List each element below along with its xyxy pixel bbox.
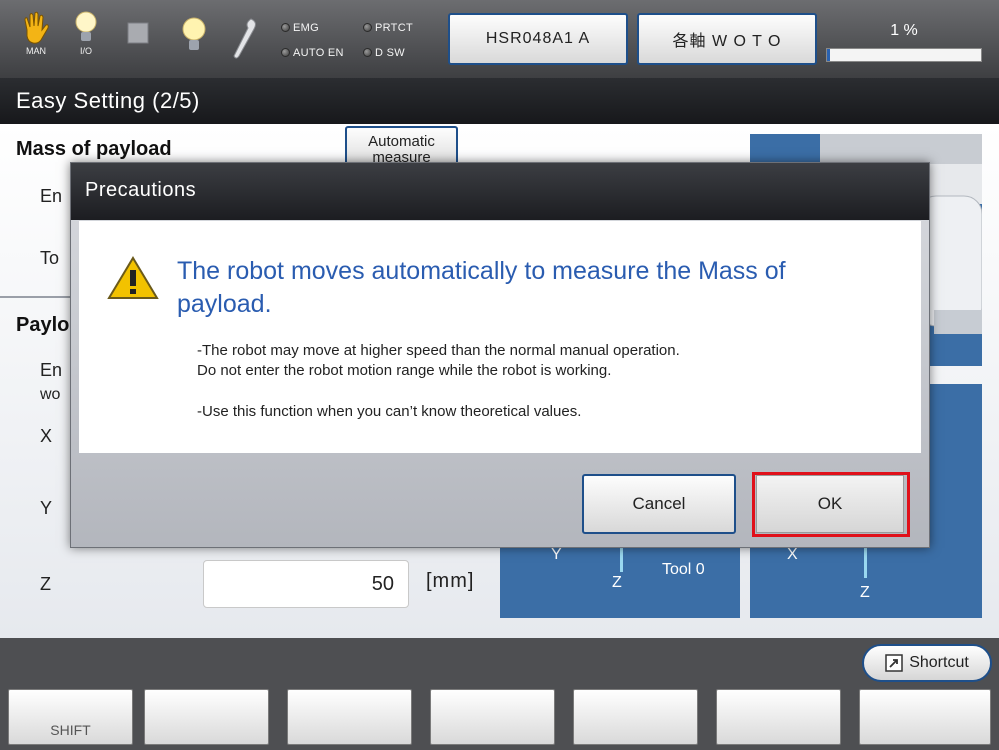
z-label: Z (40, 574, 51, 594)
shortcut-button[interactable]: Shortcut (862, 644, 992, 682)
function-key[interactable] (573, 689, 698, 745)
ok-button[interactable]: OK (756, 475, 904, 533)
function-key[interactable] (430, 689, 555, 745)
axis-mode-button[interactable]: 各軸 W O T O (637, 13, 817, 65)
payload-row-label: wo (40, 386, 61, 403)
function-key[interactable] (144, 689, 269, 745)
stop-button[interactable] (116, 22, 160, 78)
mass-row-label: En (40, 186, 63, 206)
stop-square-icon (127, 22, 149, 44)
auto-en-indicator-icon (281, 48, 290, 57)
function-key[interactable] (859, 689, 991, 745)
dialog-note: Do not enter the robot motion range whil… (197, 362, 612, 379)
cancel-button[interactable]: Cancel (582, 474, 736, 534)
function-key-shift[interactable]: SHIFT (8, 689, 133, 745)
tool-label: Tool 0 (662, 561, 705, 578)
function-key[interactable] (287, 689, 412, 745)
page-title: Easy Setting (2/5) (0, 78, 999, 124)
tools-button[interactable] (222, 16, 266, 72)
y-label: Y (40, 498, 53, 518)
dialog-note: -Use this function when you can’t know t… (197, 403, 582, 420)
warning-icon (107, 256, 159, 299)
mass-section-title: Mass of payload (16, 138, 172, 160)
mode-button[interactable]: MAN (14, 10, 58, 66)
robot-model-button[interactable]: HSR048A1 A (448, 13, 628, 65)
payload-section-title: Paylo (16, 314, 70, 336)
speed-bar[interactable] (826, 48, 982, 62)
io-button[interactable]: I/O (64, 10, 108, 66)
precautions-dialog: Precautions The robot moves automaticall… (70, 162, 930, 548)
lamp-emg: EMG (281, 22, 319, 34)
status-bar: MAN I/O EMG PRTCT AUTO EN D SW HSR048A1 … (0, 0, 999, 78)
dialog-body: The robot moves automatically to measure… (79, 221, 921, 453)
hand-icon (24, 11, 49, 44)
dialog-note: -The robot may move at higher speed than… (197, 342, 680, 359)
x-label: X (40, 426, 53, 446)
shortcut-icon (885, 654, 903, 672)
lamp-auto-en: AUTO EN (281, 47, 344, 59)
dialog-title: Precautions (71, 163, 929, 220)
lamp-button[interactable] (172, 16, 216, 72)
z-unit: [mm] (426, 570, 475, 592)
axis-label-z: Z (612, 574, 622, 591)
speed-bar-fill (827, 49, 831, 61)
lightbulb-io-icon (75, 11, 97, 41)
emg-indicator-icon (281, 23, 290, 32)
axis-label-y: Y (551, 546, 562, 563)
function-key[interactable] (716, 689, 841, 745)
lamp-prtct: PRTCT (363, 22, 413, 34)
prtct-indicator-icon (363, 23, 372, 32)
payload-row-label: En (40, 360, 63, 380)
section-divider (0, 296, 72, 298)
dialog-headline: The robot moves automatically to measure… (177, 257, 786, 318)
speed-label: 1 % (890, 22, 918, 39)
lightbulb-icon (182, 17, 206, 50)
wrench-icon (233, 18, 256, 59)
z-input[interactable]: 50 (203, 560, 409, 608)
z-axis-line (864, 548, 867, 578)
z-axis-line (620, 548, 623, 572)
axis-label-x: X (787, 546, 798, 563)
axis-label-z: Z (860, 584, 870, 601)
dsw-indicator-icon (363, 48, 372, 57)
mass-row-label: To (40, 248, 60, 268)
lamp-dsw: D SW (363, 47, 405, 59)
